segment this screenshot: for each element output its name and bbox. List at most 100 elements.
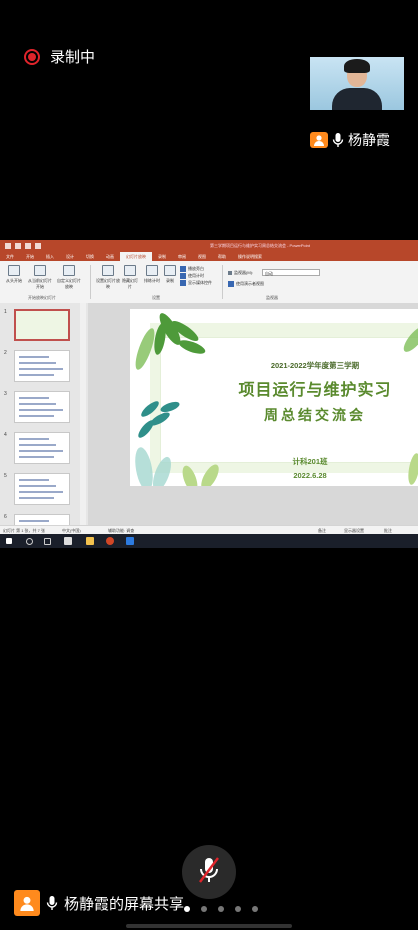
thumbnail-text-line [19, 374, 54, 376]
ribbon-tab[interactable]: 开始 [20, 252, 40, 261]
slide-class: 计科201班 [292, 457, 328, 466]
screen-share-tag: 杨静霞的屏幕共享 [14, 890, 184, 916]
ppt-titlebar: 第三学期项目运行与维护实习周总结交流会 - PowerPoint [0, 240, 418, 252]
slide-thumbnail-image [14, 432, 70, 464]
ribbon-tab[interactable]: 幻灯片放映 [120, 252, 152, 261]
ribbon: 从头开始 从当前幻灯片开始 自定义幻灯片放映 开始放映幻灯片 设置幻灯片放映 隐… [0, 261, 418, 304]
setup-show-button[interactable]: 设置幻灯片放映 [96, 265, 120, 290]
from-current-button[interactable]: 从当前幻灯片开始 [28, 265, 52, 290]
slide-thumbnail-number: 2 [4, 350, 7, 356]
ribbon-tab[interactable]: 视图 [192, 252, 212, 261]
thumbnail-text-line [19, 485, 56, 487]
ribbon-tab[interactable]: 帮助 [212, 252, 232, 261]
mic-icon [46, 894, 58, 912]
ribbon-tab[interactable]: 插入 [40, 252, 60, 261]
page-dot[interactable] [218, 906, 224, 912]
thumbnail-scrollbar[interactable] [80, 303, 86, 525]
app-icon[interactable] [64, 537, 72, 545]
group-start-label: 开始放映幻灯片 [28, 295, 56, 300]
participant-name: 杨静霞 [348, 132, 390, 148]
participant-video[interactable] [310, 57, 404, 110]
home-indicator[interactable] [126, 924, 292, 928]
thumbnail-text-line [19, 397, 49, 399]
mic-off-icon [196, 855, 222, 890]
slide-date: 2022.6.28 [293, 471, 327, 480]
search-icon[interactable] [26, 538, 33, 545]
ribbon-tab[interactable]: 录制 [152, 252, 172, 261]
slide-main[interactable]: 2021-2022学年度第三学期 项目运行与维护实习 周总结交流会 计科201班… [130, 309, 418, 486]
thumbnail-text-line [19, 497, 54, 499]
presenter-view-checkbox[interactable]: 使用演示者视图 [228, 281, 264, 287]
slide-thumbnail-image [14, 391, 70, 423]
present-icon[interactable] [35, 243, 41, 249]
ribbon-separator [222, 265, 223, 299]
slide-thumbnail-pane: 123456 [0, 303, 88, 546]
person-icon [14, 890, 40, 916]
page-indicator[interactable] [184, 906, 258, 912]
thumbnail-text-line [19, 403, 56, 405]
slide-thumbnail-image [14, 473, 70, 505]
file-explorer-icon[interactable] [86, 537, 94, 545]
ribbon-tabs: 文件 开始 插入 设计 切换 动画 幻灯片放映 录制 审阅 视图 帮助 操作说明搜索 [0, 252, 418, 261]
thumbnail-text-line [19, 356, 49, 358]
record-icon [24, 48, 40, 65]
slide-thumbnail[interactable]: 5 [4, 473, 70, 505]
windows-start-icon[interactable] [6, 538, 12, 544]
save-icon[interactable] [5, 243, 11, 249]
thumbnail-text-line [19, 415, 54, 417]
group-setup-label: 设置 [152, 295, 160, 300]
ribbon-tab[interactable]: 切换 [80, 252, 100, 261]
thumbnail-text-line [19, 409, 63, 411]
slide-thumbnail[interactable]: 4 [4, 432, 70, 464]
meeting-app-icon[interactable] [126, 537, 134, 545]
slide-thumbnail-image [14, 309, 70, 341]
ribbon-tab[interactable]: 设计 [60, 252, 80, 261]
custom-show-button[interactable]: 自定义幻灯片放映 [56, 265, 82, 290]
slide-thumbnail[interactable]: 1 [4, 309, 70, 341]
undo-icon[interactable] [15, 243, 21, 249]
video-person-hair [344, 59, 370, 73]
video-person-body [332, 88, 382, 110]
monitor-select[interactable]: 自动 [262, 269, 320, 276]
thumbnail-text-line [19, 520, 49, 522]
ribbon-separator [90, 265, 91, 299]
page-dot[interactable] [235, 906, 241, 912]
page-dot[interactable] [252, 906, 258, 912]
page-dot[interactable] [184, 906, 190, 912]
ribbon-tab[interactable]: 操作说明搜索 [232, 252, 268, 261]
ribbon-tab[interactable]: 动画 [100, 252, 120, 261]
play-narration-checkbox[interactable]: 播放旁白 [180, 266, 204, 272]
slide-thumbnail-number: 1 [4, 309, 7, 315]
ribbon-tab[interactable]: 审阅 [172, 252, 192, 261]
screen-share-label: 杨静霞的屏幕共享 [64, 895, 185, 913]
slide-term: 2021-2022学年度第三学期 [270, 361, 360, 370]
slide-thumbnail[interactable]: 2 [4, 350, 70, 382]
thumbnail-text-line [19, 438, 49, 440]
group-monitor-label: 监视器 [266, 295, 278, 300]
task-view-icon[interactable] [44, 538, 51, 545]
slide-title: 项目运行与维护实习 [238, 382, 392, 399]
mute-toggle-button[interactable] [182, 845, 236, 899]
monitor-label: 监视器(M): [228, 270, 253, 276]
record-button[interactable]: 录制 [164, 265, 176, 284]
redo-icon[interactable] [25, 243, 31, 249]
hide-slide-button[interactable]: 隐藏幻灯片 [122, 265, 138, 290]
page-dot[interactable] [201, 906, 207, 912]
thumbnail-text-line [19, 362, 56, 364]
ppt-doc-title: 第三学期项目运行与维护实习周总结交流会 - PowerPoint [210, 243, 311, 248]
windows-taskbar [0, 534, 418, 548]
slide-subtitle: 周总结交流会 [264, 407, 366, 423]
slide-thumbnail-image [14, 350, 70, 382]
use-timings-checkbox[interactable]: 使用计时 [180, 273, 204, 279]
person-icon [310, 132, 328, 148]
powerpoint-app-icon[interactable] [106, 537, 114, 545]
slide-thumbnail-number: 4 [4, 432, 7, 438]
show-media-checkbox[interactable]: 显示媒体控件 [180, 280, 212, 286]
thumbnail-text-line [19, 444, 56, 446]
slide-thumbnail[interactable]: 3 [4, 391, 70, 423]
thumbnail-text-line [19, 491, 63, 493]
thumbnail-text-line [19, 456, 54, 458]
ribbon-tab[interactable]: 文件 [0, 252, 20, 261]
rehearse-button[interactable]: 排练计时 [142, 265, 162, 284]
from-start-button[interactable]: 从头开始 [4, 265, 24, 284]
